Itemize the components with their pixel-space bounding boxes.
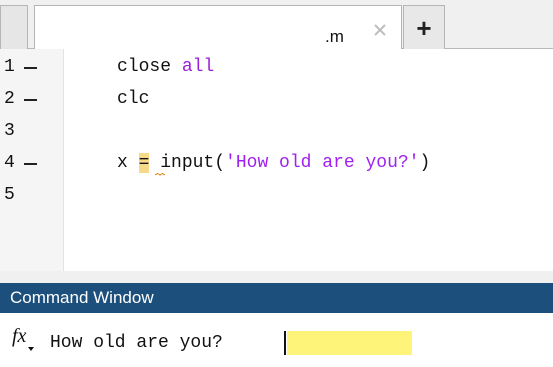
command-window-title: Command Window [10,288,154,307]
code-line-4[interactable]: 4 x = input('How old are you?') [0,149,553,181]
code-token: ) [419,153,431,173]
code-line-2[interactable]: 2 clc [0,85,553,117]
line-number: 2 [4,89,15,109]
warning-squiggle-icon [155,173,165,176]
text-cursor [284,331,286,355]
close-icon[interactable] [372,22,388,38]
line-number: 3 [4,121,15,141]
editor-tab-strip: .m + [0,0,553,50]
code-token: close [117,57,182,77]
breakpoint-marker[interactable] [24,99,37,101]
code-text: close all [117,57,214,77]
code-line-1[interactable]: 1 close all [0,53,553,85]
keyword-token: all [181,57,215,77]
line-number: 1 [4,57,15,77]
warning-highlight[interactable]: = [138,153,150,173]
command-prompt-text: How old are you? [50,333,223,353]
new-tab-button[interactable]: + [403,5,445,50]
command-window-header[interactable]: Command Window [0,283,553,313]
code-text: x = input('How old are you?') [117,153,430,173]
code-token: x [117,153,139,173]
code-token: input( [149,153,226,173]
breakpoint-marker[interactable] [24,163,37,165]
code-line-3[interactable]: 3 [0,117,553,149]
fx-icon[interactable]: fx [12,325,26,348]
line-number: 4 [4,153,15,173]
command-input[interactable] [287,331,412,355]
command-window[interactable]: fx How old are you? [0,313,553,367]
previous-tab[interactable] [0,5,28,49]
code-text: clc [117,89,150,109]
code-editor[interactable]: 1 close all 2 clc 3 4 x = input('How old… [0,49,553,271]
line-number: 5 [4,185,15,205]
chevron-down-icon[interactable] [28,347,34,351]
tab-script-file[interactable]: .m [34,5,402,50]
tab-file-name: .m [325,27,344,46]
string-token: 'How old are you?' [225,153,420,173]
code-line-5[interactable]: 5 [0,181,553,213]
breakpoint-marker[interactable] [24,67,37,69]
